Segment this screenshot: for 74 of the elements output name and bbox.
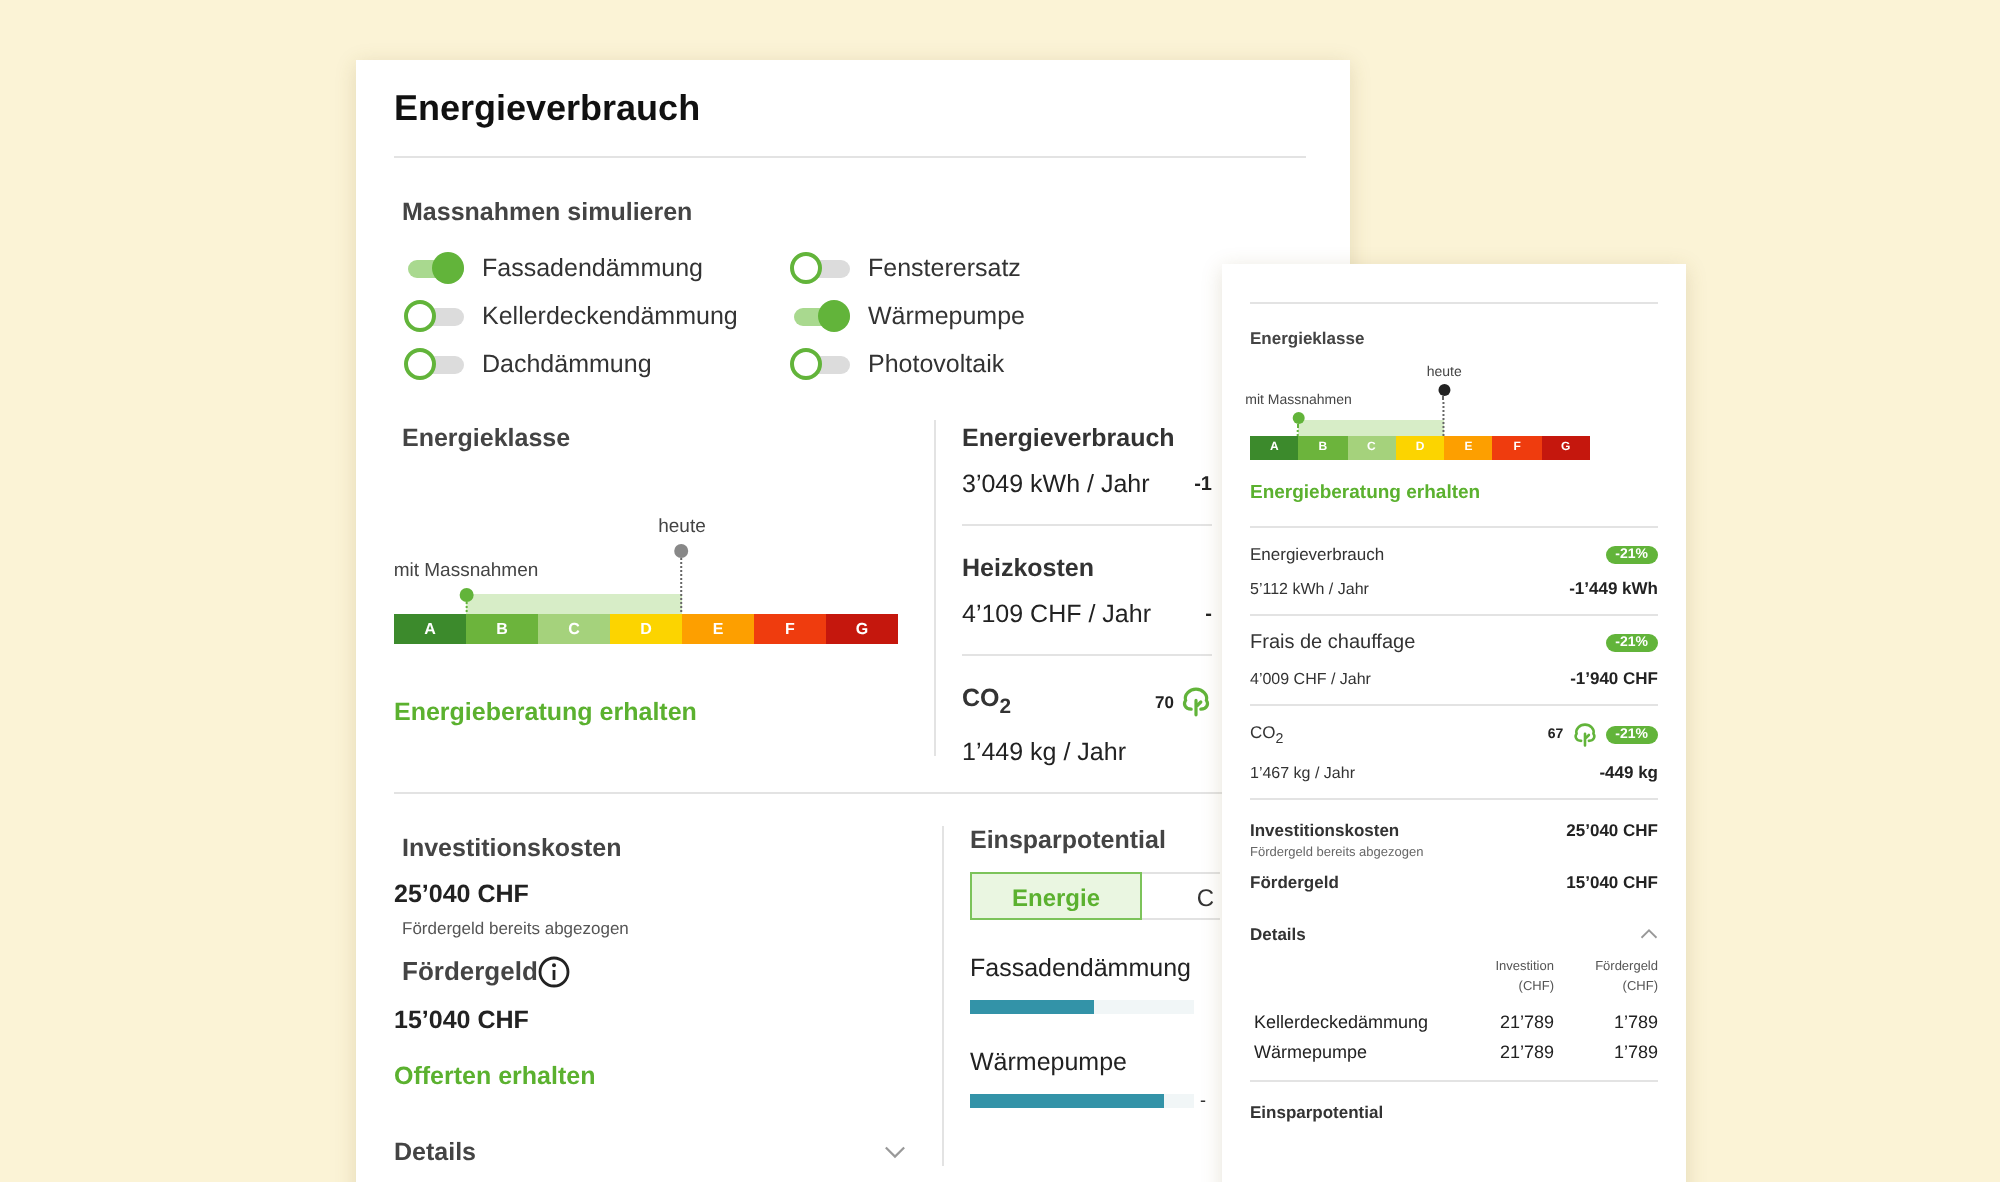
note: Fördergeld bereits abgezogen <box>402 917 631 937</box>
saving-label: Wärmepumpe <box>970 1047 1127 1075</box>
card-title: Energieverbrauch <box>394 88 703 130</box>
table-cell-text: 1’789 <box>1611 1041 1658 1062</box>
metric-label: Energieverbrauch <box>1250 544 1385 564</box>
section-heading: Einsparpotential <box>1250 1101 1386 1122</box>
amount: 25’040 CHF <box>394 879 531 907</box>
toggle-switch[interactable] <box>790 348 850 380</box>
amount: 15’040 CHF <box>1566 872 1658 892</box>
class-segment: B <box>466 614 538 644</box>
toggle-switch[interactable] <box>404 300 464 332</box>
marker-label: heute <box>658 516 706 538</box>
metric-label: Frais de chauffage <box>1250 632 1416 654</box>
saving-label: Fassadendämmung <box>970 953 1191 981</box>
saving-delta: - <box>1200 1093 1206 1107</box>
chevron-icon[interactable] <box>1640 928 1658 940</box>
table-cell-text: 1’789 <box>1611 1011 1658 1032</box>
metric-value: 1’449 kg / Jahr <box>962 737 1126 765</box>
toggle-label: Fensterersatz <box>868 254 1021 282</box>
section-heading: Energieklasse <box>1250 328 1367 348</box>
table-cell-text: Kellerdeckedämmung <box>1254 1011 1431 1032</box>
section-heading: Energieklasse <box>402 424 573 452</box>
metric-label: Heizkosten <box>962 554 1094 582</box>
toggle-label: Photovoltaik <box>868 350 1005 378</box>
metric-delta: -1’940 CHF <box>1570 668 1658 688</box>
advice-link[interactable]: Energieberatung erhalten <box>1250 482 1481 504</box>
metric-delta: - <box>1205 603 1212 625</box>
section-heading: Investitionskosten <box>402 833 624 861</box>
metric-delta: -449 kg <box>1599 762 1658 782</box>
toggle-switch[interactable] <box>790 252 850 284</box>
table-cell-text: Wärmepumpe <box>1254 1041 1370 1062</box>
metric-label: Energieverbrauch <box>962 424 1175 452</box>
class-segment: D <box>610 614 682 644</box>
amount: 25’040 CHF <box>1566 820 1658 840</box>
toggle-label: Kellerdeckendämmung <box>482 302 738 330</box>
tree-icon <box>1180 685 1212 718</box>
metric-label: CO$_{2}$ <box>1250 722 1284 748</box>
chevron-icon[interactable] <box>884 1143 906 1159</box>
metric-value: 3’049 kWh / Jahr <box>962 470 1150 498</box>
metric-value: 4’109 CHF / Jahr <box>962 600 1151 628</box>
class-segment: E <box>682 614 754 644</box>
tab[interactable]: Energie <box>970 871 1142 919</box>
class-segment: A <box>394 614 466 644</box>
tree-count: 70 <box>1155 691 1174 712</box>
advice-link[interactable]: Energieberatung erhalten <box>394 698 697 726</box>
section-heading: Massnahmen simulieren <box>402 198 695 226</box>
table-cell-text: 21’789 <box>1497 1041 1554 1062</box>
metric-label: CO$_{2}$ <box>962 684 1012 719</box>
table-cell-text: 21’789 <box>1497 1011 1554 1032</box>
toggle-switch[interactable] <box>404 348 464 380</box>
toggle-label: Dachdämmung <box>482 350 652 378</box>
metric-delta: -1 <box>1194 473 1212 495</box>
subsidy-label: Fördergeld <box>402 956 538 986</box>
info-icon[interactable] <box>537 955 570 987</box>
tab[interactable]: C <box>1142 871 1220 919</box>
metric-value: 4’009 CHF / Jahr <box>1250 669 1371 687</box>
metric-delta: -1’449 kWh <box>1569 578 1658 598</box>
metric-value: 5’112 kWh / Jahr <box>1250 579 1369 597</box>
amount: 15’040 CHF <box>394 1005 531 1033</box>
offers-link[interactable]: Offerten erhalten <box>394 1061 596 1089</box>
toggle-switch[interactable] <box>404 252 464 284</box>
details-label: Details <box>394 1137 476 1165</box>
class-segment: G <box>826 614 898 644</box>
metric-value: 1’467 kg / Jahr <box>1250 763 1355 781</box>
toggle-label: Wärmepumpe <box>868 302 1025 330</box>
investment-label: Investitionskosten <box>1250 820 1400 840</box>
toggle-label: Fassadendämmung <box>482 254 703 282</box>
class-segment: F <box>754 614 826 644</box>
subsidy-label: Fördergeld <box>1250 872 1339 892</box>
class-segment: C <box>538 614 610 644</box>
tree-icon <box>1571 722 1598 748</box>
toggle-switch[interactable] <box>790 300 850 332</box>
details-label: Details <box>1250 924 1306 944</box>
marker-label: mit Massnahmen <box>393 560 539 582</box>
